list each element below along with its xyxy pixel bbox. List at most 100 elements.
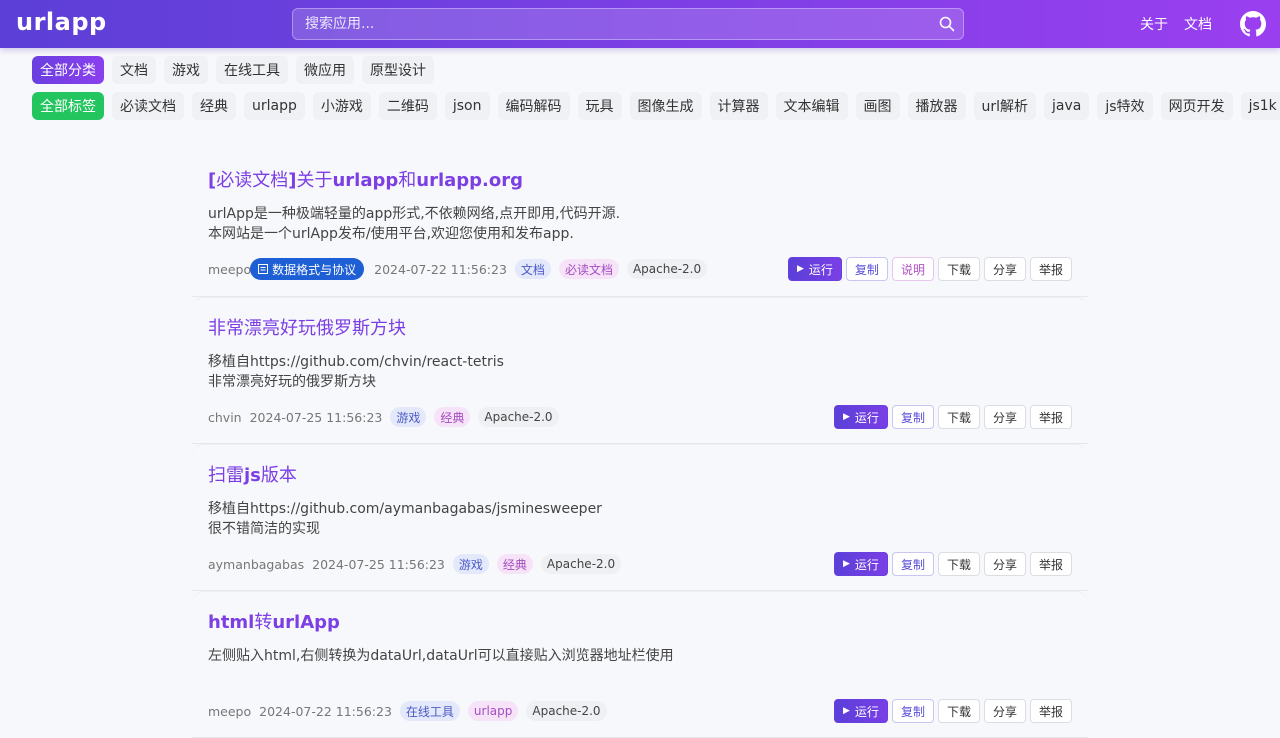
app-tag[interactable]: urlapp xyxy=(467,701,519,721)
tag-chip[interactable]: 计算器 xyxy=(709,92,768,120)
share-button[interactable]: 分享 xyxy=(983,699,1026,723)
download-button[interactable]: 下载 xyxy=(937,552,980,576)
copy-button[interactable]: 复制 xyxy=(891,405,934,429)
run-button-label: 运行 xyxy=(854,557,879,572)
run-button-label: 运行 xyxy=(854,704,879,719)
tag-chip[interactable]: 图像生成 xyxy=(629,92,702,120)
app-author[interactable]: meepo xyxy=(208,704,251,719)
app-title[interactable]: [必读文档]关于urlapp和urlapp.org xyxy=(208,164,1072,198)
app-description-line: 本网站是一个urlApp发布/使用平台,欢迎您使用和发布app. xyxy=(208,226,574,242)
run-button[interactable]: ▶ 运行 xyxy=(787,257,842,281)
tag-chip[interactable]: 网页开发 xyxy=(1160,92,1233,120)
app-title[interactable]: 非常漂亮好玩俄罗斯方块 xyxy=(208,312,1072,346)
app-tag: Apache-2.0 xyxy=(526,701,607,721)
run-button-label: 运行 xyxy=(854,410,879,425)
tag-chip[interactable]: 播放器 xyxy=(907,92,966,120)
app-meta: aymanbagabas 2024-07-25 11:56:23 游戏 经典 Apach… xyxy=(208,551,1072,577)
tag-chip[interactable]: 必读文档 xyxy=(112,92,184,120)
top-header: urlapp 关于 文档 xyxy=(0,0,1280,48)
tag-chip[interactable]: urlapp xyxy=(244,92,305,120)
app-date: 2024-07-25 11:56:23 xyxy=(249,409,383,425)
app-date: 2024-07-22 11:56:23 xyxy=(259,703,392,719)
report-button[interactable]: 举报 xyxy=(1029,552,1072,576)
download-button[interactable]: 下载 xyxy=(937,699,980,723)
share-button[interactable]: 分享 xyxy=(983,257,1026,281)
run-button[interactable]: ▶ 运行 xyxy=(834,405,888,429)
search-input[interactable] xyxy=(293,16,931,32)
app-title-part: 关于 xyxy=(296,170,333,191)
app-title-part: urlapp xyxy=(332,170,399,191)
app-tag[interactable]: 在线工具 xyxy=(399,701,460,721)
tag-chip[interactable]: 画图 xyxy=(855,92,900,120)
run-button[interactable]: ▶ 运行 xyxy=(834,699,888,723)
filter-area: 全部分类 文档 游戏 在线工具 微应用 原型设计 全部标签 必读文档 经典 urlapp 小游戏二… xyxy=(32,56,1280,128)
download-button[interactable]: 下载 xyxy=(937,257,980,281)
brand-logo[interactable]: urlapp xyxy=(16,8,107,36)
app-meta: chvin 2024-07-25 11:56:23 游戏 经典 Apache-2.0 ▶ 运… xyxy=(208,404,1072,430)
tag-chip[interactable]: json xyxy=(444,92,490,120)
app-tag[interactable]: 游戏 xyxy=(452,554,489,574)
app-date: 2024-07-22 11:56:23 xyxy=(374,261,507,277)
tag-chip[interactable]: 经典 xyxy=(192,92,236,120)
report-button[interactable]: 举报 xyxy=(1029,699,1072,723)
tag-chip[interactable]: 二维码 xyxy=(378,92,437,120)
share-button[interactable]: 分享 xyxy=(983,405,1026,429)
app-description-line: 左侧贴入html,右侧转换为dataUrl,dataUrl可以直接贴入浏览器地址… xyxy=(208,648,674,664)
tag-chip[interactable]: js1k xyxy=(1240,92,1280,120)
share-button[interactable]: 分享 xyxy=(983,552,1026,576)
copy-button[interactable]: 复制 xyxy=(891,552,934,576)
app-card: html转urlApp 左侧贴入html,右侧转换为dataUrl,dataUrl… xyxy=(192,591,1088,738)
app-author[interactable]: meepo xyxy=(208,262,251,277)
app-tag[interactable]: 文档 xyxy=(514,259,551,279)
tag-chip[interactable]: js特效 xyxy=(1097,92,1153,120)
app-title-part: urlapp.org xyxy=(416,170,523,191)
copy-button[interactable]: 复制 xyxy=(845,257,888,281)
copy-button[interactable]: 复制 xyxy=(891,699,934,723)
app-title-part: [ xyxy=(208,170,217,191)
category-chip[interactable]: 游戏 xyxy=(164,56,208,84)
tag-chip[interactable]: 编码解码 xyxy=(497,92,570,120)
app-title[interactable]: 扫雷js版本 xyxy=(208,459,1072,493)
help-button[interactable]: 说明 xyxy=(891,257,934,281)
tag-chip[interactable]: java xyxy=(1044,92,1090,120)
app-card: [必读文档]关于urlapp和urlapp.org urlApp是一种极端轻量的a… xyxy=(192,150,1088,297)
app-title-part: js xyxy=(244,465,261,486)
app-author[interactable]: chvin xyxy=(208,410,242,425)
app-title-part: 非常漂亮好玩俄罗斯方块 xyxy=(208,318,406,339)
tag-chip[interactable]: 文本编辑 xyxy=(775,92,848,120)
app-tag[interactable]: 经典 xyxy=(496,554,533,574)
category-chip[interactable]: 在线工具 xyxy=(216,56,288,84)
tag-chip[interactable]: 小游戏 xyxy=(312,92,371,120)
app-title[interactable]: html转urlApp xyxy=(208,606,1072,640)
category-chip[interactable]: 原型设计 xyxy=(362,56,434,84)
app-tag[interactable]: 必读文档 xyxy=(558,259,619,279)
nav-link-about[interactable]: 关于 xyxy=(1140,14,1168,34)
app-description: 移植自https://github.com/aymanbagabas/jsmin… xyxy=(208,499,1072,539)
search-icon[interactable] xyxy=(931,9,963,39)
report-button[interactable]: 举报 xyxy=(1029,405,1072,429)
download-button[interactable]: 下载 xyxy=(937,405,980,429)
tag-chip[interactable]: url解析 xyxy=(973,92,1037,120)
tag-row: 全部标签 必读文档 经典 urlapp 小游戏 二维码 json 编码解码 玩具 图像生成 计算器文… xyxy=(32,92,1280,120)
run-button[interactable]: ▶ 运行 xyxy=(834,552,888,576)
category-chip[interactable]: 微应用 xyxy=(296,56,354,84)
app-tag[interactable]: 经典 xyxy=(434,407,471,427)
app-tag: Apache-2.0 xyxy=(478,407,559,427)
github-icon[interactable] xyxy=(1240,11,1266,37)
category-chip[interactable]: 文档 xyxy=(112,56,156,84)
app-description: urlApp是一种极端轻量的app形式,不依赖网络,点开即用,代码开源. 本网站是… xyxy=(208,204,1072,244)
nav-link-docs[interactable]: 文档 xyxy=(1184,14,1212,34)
play-icon: ▶ xyxy=(796,264,804,274)
app-tag[interactable]: 游戏 xyxy=(390,407,427,427)
category-chip[interactable]: 全部分类 xyxy=(32,56,104,84)
tag-chip[interactable]: 玩具 xyxy=(577,92,622,120)
app-title-part: html xyxy=(208,612,255,633)
search-box[interactable] xyxy=(292,8,964,40)
play-icon: ▶ xyxy=(843,559,850,569)
tag-chip[interactable]: 全部标签 xyxy=(32,92,104,120)
app-description-line: 非常漂亮好玩的俄罗斯方块 xyxy=(208,374,376,390)
app-tag: Apache-2.0 xyxy=(540,554,622,574)
report-button[interactable]: 举报 xyxy=(1029,257,1072,281)
protocol-badge[interactable]: 数据格式与协议 xyxy=(250,258,365,280)
app-author[interactable]: aymanbagabas xyxy=(208,557,304,572)
